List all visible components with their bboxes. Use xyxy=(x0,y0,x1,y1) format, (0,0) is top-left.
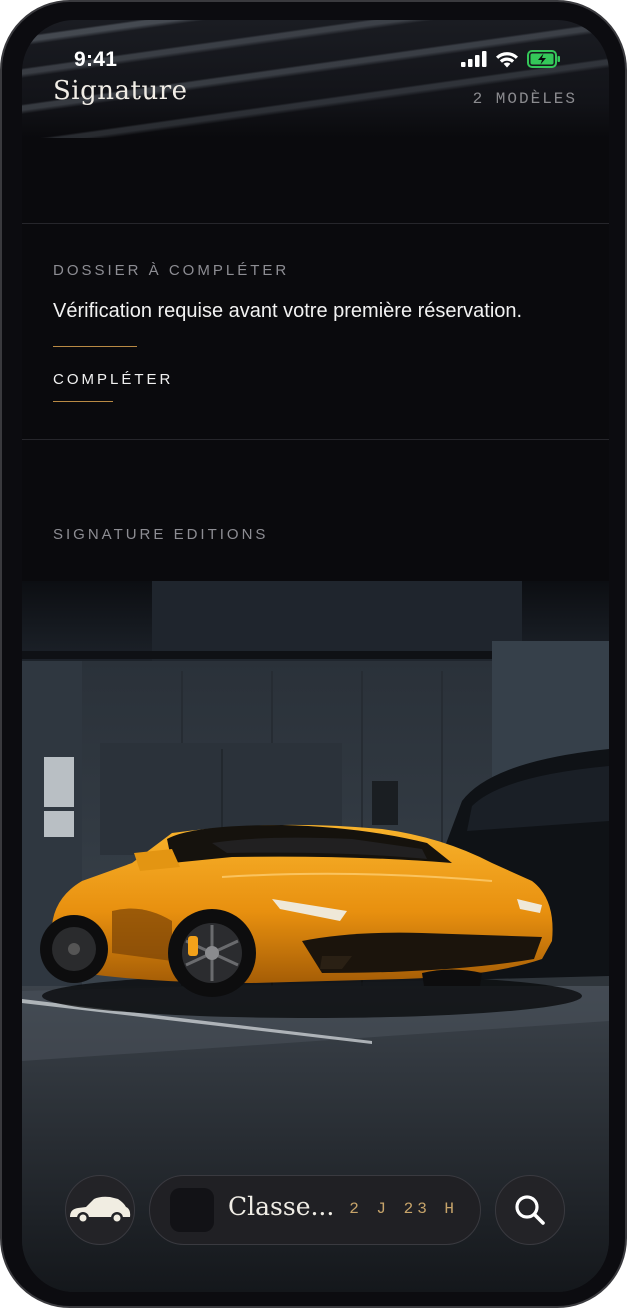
notice-label: DOSSIER À COMPLÉTER xyxy=(53,262,290,279)
booking-vehicle-name: Classe... xyxy=(228,1192,335,1221)
status-icons xyxy=(461,50,561,68)
divider xyxy=(22,439,609,440)
wifi-icon xyxy=(496,51,518,67)
active-booking-pill[interactable]: Classe... 2 J 23 H xyxy=(149,1175,481,1245)
phone-frame: 9:41 Signature 2 MODÈLES DOSSIER À COMPL… xyxy=(0,0,627,1308)
editions-label: SIGNATURE EDITIONS xyxy=(53,526,269,543)
cellular-signal-icon xyxy=(461,51,487,67)
fleet-button[interactable] xyxy=(65,1175,135,1245)
battery-charging-icon xyxy=(527,50,560,68)
page-title: Signature xyxy=(53,76,188,106)
cta-underline xyxy=(53,401,113,402)
app-screen: 9:41 Signature 2 MODÈLES DOSSIER À COMPL… xyxy=(22,20,609,1292)
search-button[interactable] xyxy=(495,1175,565,1245)
notice-message: Vérification requise avant votre premièr… xyxy=(53,300,523,322)
vehicle-thumbnail xyxy=(170,1188,214,1232)
booking-countdown: 2 J 23 H xyxy=(349,1200,458,1218)
car-icon xyxy=(70,1196,131,1224)
model-count: 2 MODÈLES xyxy=(472,90,577,108)
divider xyxy=(22,223,609,224)
status-time: 9:41 xyxy=(74,48,118,71)
search-icon xyxy=(515,1195,545,1225)
accent-rule xyxy=(53,346,137,347)
complete-dossier-link[interactable]: COMPLÉTER xyxy=(53,371,173,388)
